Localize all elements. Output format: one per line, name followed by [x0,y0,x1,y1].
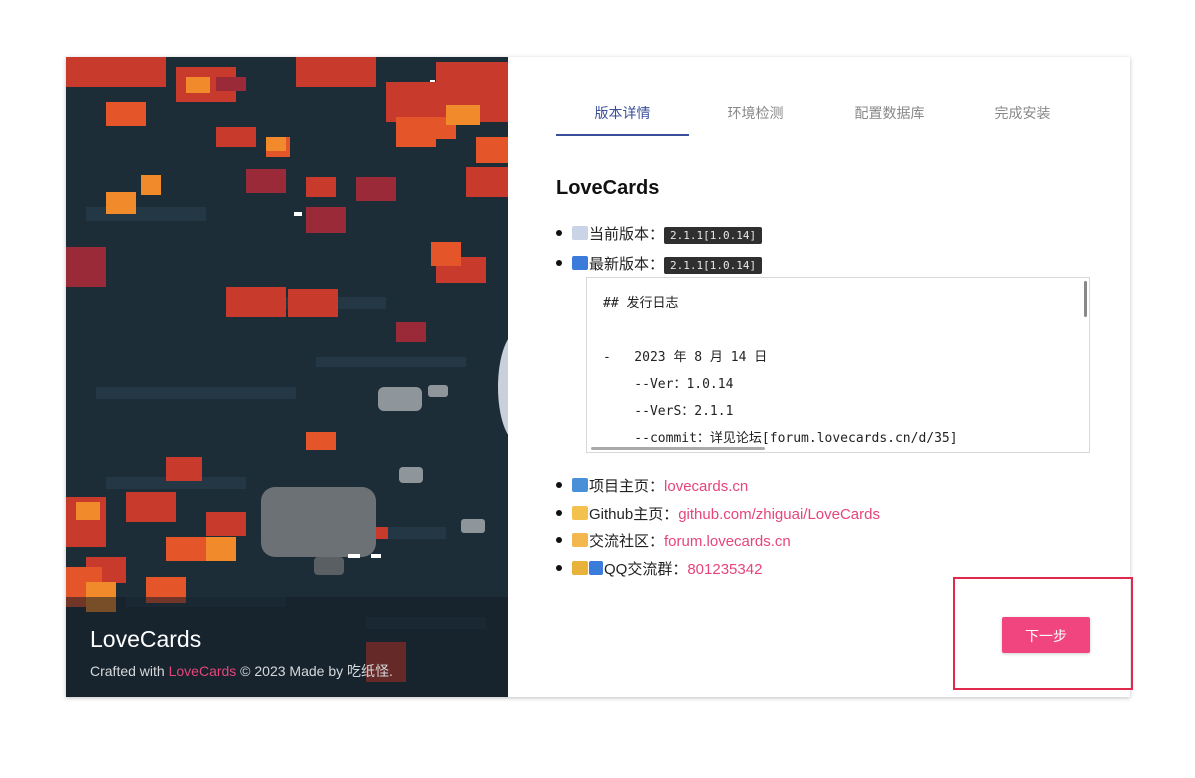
install-content: 版本详情 环境检测 配置数据库 完成安装 LoveCards 当前版本： 2.1.… [508,57,1130,697]
changelog-ver: --Ver：1.0.14 [603,377,734,392]
install-steps-tabs: 版本详情 环境检测 配置数据库 完成安装 [556,93,1090,137]
changelog-box[interactable]: ## 发行日志 - 2023 年 8 月 14 日 --Ver：1.0.14 -… [586,277,1090,453]
qq-group-item: QQ交流群：801235342 [555,558,762,579]
community-label: 交流社区： [589,533,665,550]
github-item: Github主页：github.com/zhiguai/LoveCards [556,503,880,524]
credit-lovecards-link[interactable]: LoveCards [169,663,237,679]
brand-title: LoveCards [90,626,202,652]
tab-version-details[interactable]: 版本详情 [556,93,689,135]
current-version-value: 2.1.1[1.0.14] [664,227,763,244]
homepage-item: 项目主页：lovecards.cn [555,475,748,496]
tab-database-config[interactable]: 配置数据库 [823,93,956,135]
people-icon [572,533,588,547]
changelog-date: - 2023 年 8 月 14 日 [603,350,768,365]
homepage-label: 项目主页： [589,478,665,495]
group-icon [572,561,588,575]
tab-finish-install[interactable]: 完成安装 [956,93,1089,135]
install-card: LoveCards Crafted with LoveCards © 2023 … [66,57,1130,697]
male-sign-icon [589,561,603,575]
next-step-button[interactable]: 下一步 [1002,617,1090,653]
laptop-icon [572,478,588,492]
vertical-scrollbar[interactable] [1084,281,1087,317]
community-link[interactable]: forum.lovecards.cn [664,533,791,550]
tab-environment-check[interactable]: 环境检测 [689,93,822,135]
credit-line: Crafted with LoveCards © 2023 Made by 吃纸… [90,661,393,681]
latest-version-label: 最新版本： [589,256,665,273]
github-label: Github主页： [589,506,679,523]
current-version-item: 当前版本： 2.1.1[1.0.14] [555,223,763,244]
active-tab-indicator [556,134,689,136]
github-link[interactable]: github.com/zhiguai/LoveCards [678,506,880,523]
changelog-vers: --VerS：2.1.1 [603,404,734,419]
current-version-label: 当前版本： [589,226,665,243]
latest-version-value: 2.1.1[1.0.14] [664,257,763,274]
credit-suffix: © 2023 Made by 吃纸怪. [236,663,393,679]
horizontal-scrollbar[interactable] [591,447,765,450]
latest-version-item: 最新版本： 2.1.1[1.0.14] [555,253,763,274]
section-title: LoveCards [556,177,660,199]
homepage-link[interactable]: lovecards.cn [664,478,748,495]
new-badge-icon [572,256,588,270]
changelog-commit: --commit：详见论坛[forum.lovecards.cn/d/35] [603,431,958,446]
changelog-heading: ## 发行日志 [603,296,679,311]
credit-prefix: Crafted with [90,663,169,679]
package-icon [572,226,588,240]
developer-icon [572,506,588,520]
hero-artwork: LoveCards Crafted with LoveCards © 2023 … [66,57,508,697]
qq-group-number[interactable]: 801235342 [687,561,762,578]
community-item: 交流社区：forum.lovecards.cn [556,530,791,551]
qq-group-label: QQ交流群： [604,561,688,578]
